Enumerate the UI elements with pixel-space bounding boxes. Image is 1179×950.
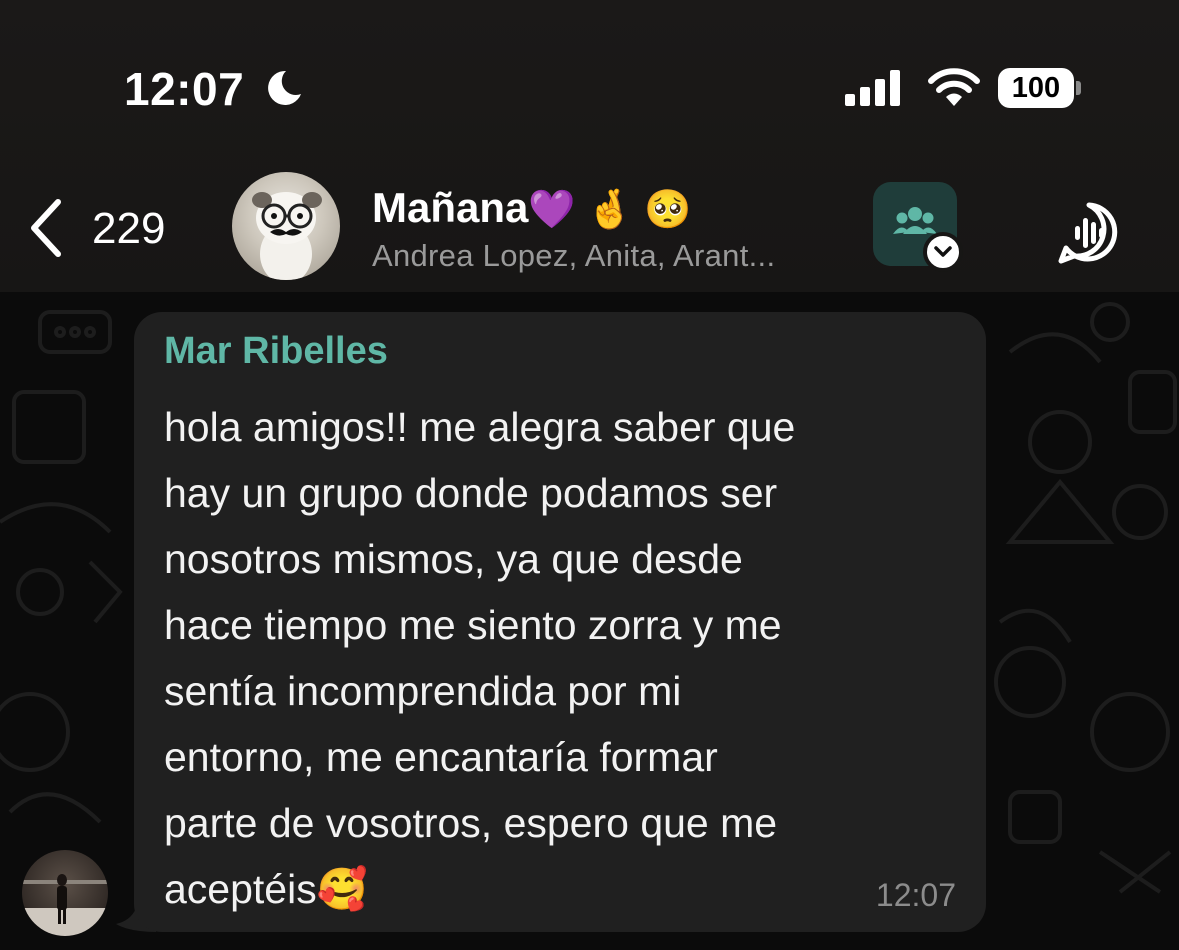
community-button[interactable] — [873, 182, 963, 272]
battery-icon: 100 — [998, 68, 1082, 108]
nav-bar: 229 Mañana💜 🤞 🥺 Andrea Lopez, Anita, Ara… — [0, 160, 1179, 292]
group-title-emojis: 💜 🤞 🥺 — [528, 189, 692, 231]
voice-chat-icon[interactable] — [1056, 200, 1122, 266]
back-chevron-icon[interactable] — [26, 198, 66, 258]
back-unread-count[interactable]: 229 — [92, 204, 165, 254]
sender-avatar[interactable] — [22, 850, 108, 936]
group-members[interactable]: Andrea Lopez, Anita, Arant... — [372, 238, 775, 274]
status-time: 12:07 — [124, 63, 245, 115]
message-timestamp: 12:07 — [875, 877, 956, 913]
chat-area[interactable]: Mar Ribelles hola amigos!! me alegra sab… — [0, 292, 1179, 950]
message-text: hola amigos!! me alegra saber que hay un… — [164, 404, 796, 912]
group-avatar[interactable] — [232, 172, 340, 280]
cellular-signal-icon — [845, 70, 900, 106]
status-bar: 12:07 100 — [0, 0, 1179, 160]
chat-header: 12:07 100 229 Mañana💜 🤞 🥺 Andrea Lopez, … — [0, 0, 1179, 292]
group-title[interactable]: Mañana💜 🤞 🥺 — [372, 184, 691, 232]
battery-level: 100 — [998, 68, 1074, 108]
moon-icon — [268, 70, 301, 105]
group-title-text: Mañana — [372, 184, 529, 231]
message-sender-name[interactable]: Mar Ribelles — [164, 330, 388, 373]
message-bubble[interactable]: Mar Ribelles hola amigos!! me alegra sab… — [134, 312, 986, 932]
wifi-icon — [928, 68, 980, 106]
chevron-down-badge — [923, 232, 963, 272]
chevron-down-icon — [934, 246, 952, 257]
